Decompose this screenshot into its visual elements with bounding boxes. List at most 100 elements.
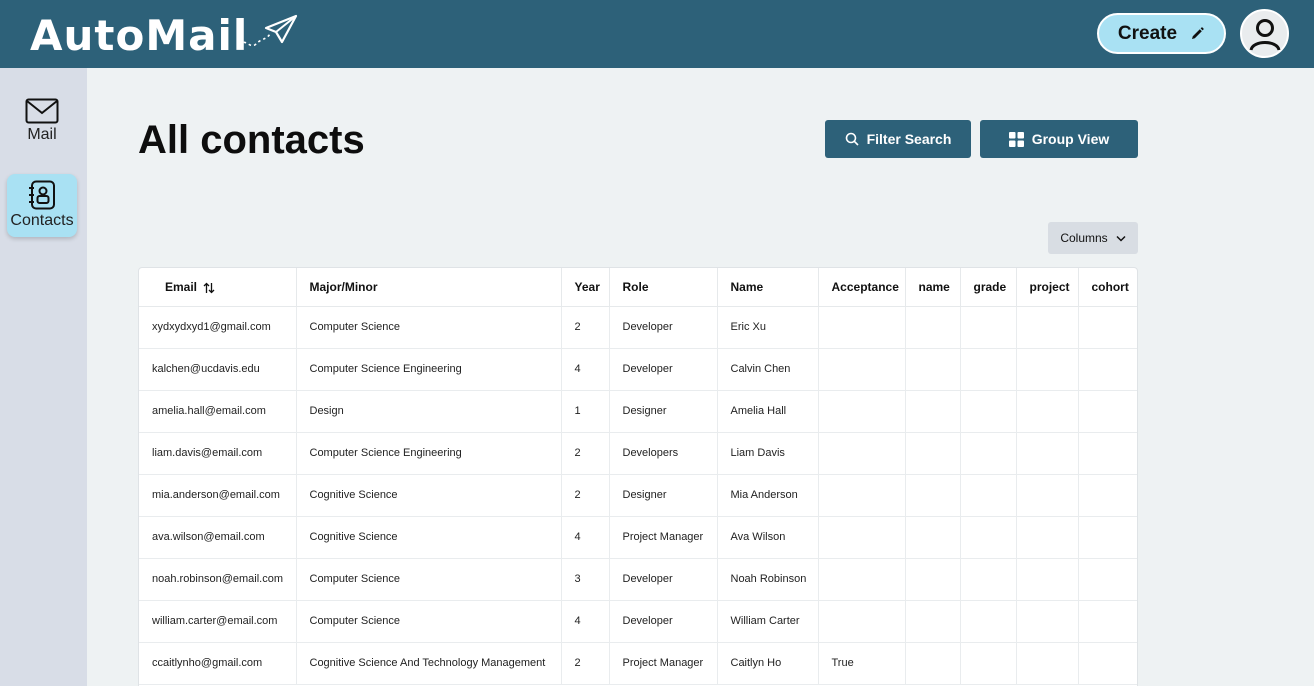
cell-name-lower [905,474,961,517]
cell-major: Computer Science [296,600,562,643]
table-row[interactable]: ava.wilson@email.com Cognitive Science 4 Pr… [139,516,1137,559]
cell-email: noah.robinson@email.com [139,558,297,601]
cell-role: Developers [609,432,718,475]
cell-grade [960,600,1017,643]
group-view-button[interactable]: Group View [980,120,1138,158]
table-row[interactable]: xydxydxyd1@gmail.com Computer Science 2 Dev… [139,306,1137,349]
cell-grade [960,516,1017,559]
cell-year: 4 [561,600,610,643]
column-header-email[interactable]: Email [139,268,297,307]
cell-cohort [1078,642,1137,685]
cell-major: Cognitive Science [296,474,562,517]
cell-name-lower [905,390,961,433]
cell-cohort [1078,306,1137,349]
cell-role: Project Manager [609,642,718,685]
cell-name: Amelia Hall [717,390,819,433]
cell-year: 1 [561,390,610,433]
paper-plane-icon [239,14,298,47]
cell-name: Liam Davis [717,432,819,475]
sidebar-item-label: Mail [27,126,57,143]
cell-name: Caitlyn Ho [717,642,819,685]
column-header-project[interactable]: project [1016,268,1079,307]
chevron-down-icon [1116,235,1126,242]
app-logo[interactable]: AutoMail [30,10,248,62]
column-header-year[interactable]: Year [561,268,610,307]
cell-name: Eric Xu [717,306,819,349]
table-row[interactable]: kalchen@ucdavis.edu Computer Science Engi… [139,348,1137,391]
table-row[interactable]: mia.anderson@email.com Cognitive Science 2… [139,474,1137,517]
cell-acceptance [818,558,906,601]
cell-name-lower [905,348,961,391]
cell-role: Developer [609,558,718,601]
cell-name: William Carter [717,600,819,643]
cell-year: 2 [561,306,610,349]
create-button-label: Create [1117,22,1178,44]
pencil-icon [1192,26,1204,39]
column-header-acceptance[interactable]: Acceptance [818,268,906,307]
page-title: All contacts [138,118,365,162]
user-icon [1249,18,1280,51]
cell-project [1016,642,1079,685]
cell-name: Calvin Chen [717,348,819,391]
user-avatar[interactable] [1240,9,1289,58]
cell-grade [960,306,1017,349]
cell-role: Project Manager [609,516,718,559]
cell-cohort [1078,474,1137,517]
cell-major: Computer Science [296,306,562,349]
columns-dropdown-button[interactable]: Columns [1048,222,1138,254]
cell-name-lower [905,558,961,601]
cell-name-lower [905,642,961,685]
sort-icon[interactable] [203,282,215,294]
table-row[interactable]: william.carter@email.com Computer Science… [139,600,1137,643]
cell-major: Computer Science Engineering [296,348,562,391]
table-header-row: Email Major/Minor Year Role Name Accepta… [139,268,1137,307]
cell-name-lower [905,306,961,349]
filter-search-label: Filter Search [866,131,952,147]
cell-project [1016,390,1079,433]
table-row[interactable]: noah.robinson@email.com Computer Science 3… [139,558,1137,601]
table-row[interactable]: amelia.hall@email.com Design 1 Designer Amel… [139,390,1137,433]
create-button[interactable]: Create [1097,13,1226,54]
cell-project [1016,474,1079,517]
cell-role: Developer [609,600,718,643]
cell-cohort [1078,390,1137,433]
cell-email: ava.wilson@email.com [139,516,297,559]
filter-search-button[interactable]: Filter Search [825,120,971,158]
sidebar: Mail Contacts [0,68,87,686]
sidebar-item-label: Contacts [10,212,74,229]
column-header-role[interactable]: Role [609,268,718,307]
cell-name-lower [905,600,961,643]
column-header-major[interactable]: Major/Minor [296,268,562,307]
cell-major: Cognitive Science [296,516,562,559]
cell-name: Noah Robinson [717,558,819,601]
cell-name: Ava Wilson [717,516,819,559]
sidebar-item-mail[interactable]: Mail [7,92,77,155]
cell-email: xydxydxyd1@gmail.com [139,306,297,349]
cell-project [1016,516,1079,559]
column-header-name-lower[interactable]: name [905,268,961,307]
column-header-cohort[interactable]: cohort [1078,268,1137,307]
contacts-table: Email Major/Minor Year Role Name Accepta… [138,267,1138,686]
sidebar-item-contacts[interactable]: Contacts [7,174,77,237]
table-row[interactable]: liam.davis@email.com Computer Science Eng… [139,432,1137,475]
cell-grade [960,390,1017,433]
cell-major: Computer Science [296,558,562,601]
cell-acceptance [818,474,906,517]
cell-major: Computer Science Engineering [296,432,562,475]
cell-project [1016,432,1079,475]
cell-acceptance [818,306,906,349]
columns-label: Columns [1060,231,1108,245]
cell-major: Design [296,390,562,433]
table-row[interactable]: ccaitlynho@gmail.com Cognitive Science An… [139,642,1137,685]
cell-year: 2 [561,474,610,517]
cell-grade [960,432,1017,475]
cell-year: 2 [561,432,610,475]
cell-name-lower [905,432,961,475]
grid-icon [1008,131,1024,147]
column-header-name[interactable]: Name [717,268,819,307]
cell-acceptance [818,516,906,559]
cell-year: 4 [561,516,610,559]
column-header-grade[interactable]: grade [960,268,1017,307]
cell-grade [960,474,1017,517]
cell-project [1016,348,1079,391]
